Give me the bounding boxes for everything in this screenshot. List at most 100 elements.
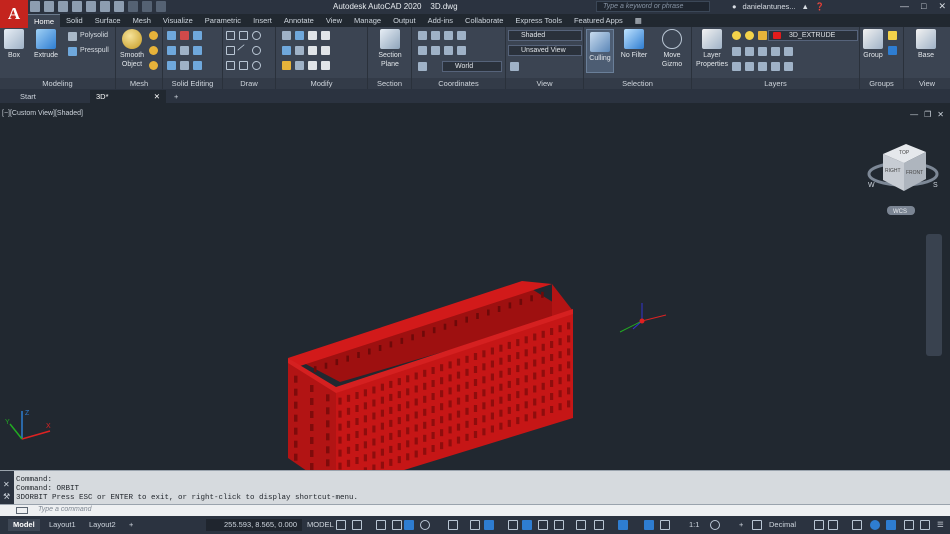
ucs-y-icon[interactable] [457, 31, 466, 40]
tab-start[interactable]: Start [14, 90, 86, 103]
mesh-crease-icon[interactable] [149, 61, 158, 70]
ribbon-toggle-icon[interactable]: ▦ [629, 14, 648, 27]
open-icon[interactable] [44, 1, 54, 12]
subtract-icon[interactable] [180, 31, 189, 40]
tab-output[interactable]: Output [387, 14, 422, 27]
tab-3d-drawing[interactable]: 3D* ✕ [90, 90, 166, 103]
no-filter-button[interactable]: No Filter [618, 29, 650, 60]
visual-style-dropdown[interactable]: Shaded [508, 30, 582, 41]
interfere-icon[interactable] [167, 46, 176, 55]
tab-visualize[interactable]: Visualize [157, 14, 199, 27]
panel-title-layers[interactable]: Layers [692, 78, 859, 89]
viewcube[interactable]: TOP RIGHT FRONT W S WCS [867, 144, 939, 215]
panel-title-view-base[interactable]: View [904, 78, 950, 89]
3d-mirror-icon[interactable] [282, 46, 291, 55]
command-input[interactable]: Type a command [0, 504, 950, 516]
dynamic-ucs-icon[interactable] [576, 520, 586, 530]
close-command-icon[interactable]: ✕ [3, 480, 10, 489]
close-icon[interactable]: ✕ [938, 1, 946, 12]
panel-title-solid-editing[interactable]: Solid Editing [163, 78, 222, 89]
layer-properties-button[interactable]: Layer Properties [696, 29, 728, 69]
tab-collaborate[interactable]: Collaborate [459, 14, 509, 27]
tab-mesh[interactable]: Mesh [127, 14, 157, 27]
lineweight-icon[interactable] [508, 520, 518, 530]
annotation-scale[interactable]: 1:1 [684, 519, 704, 531]
object-snap-tracking-icon[interactable] [470, 520, 480, 530]
quick-properties-icon[interactable] [814, 520, 824, 530]
stretch-icon[interactable] [321, 61, 330, 70]
ungroup-icon[interactable] [888, 31, 897, 40]
box-button[interactable]: Box [3, 29, 25, 60]
rotate-icon[interactable] [308, 46, 317, 55]
trim-icon[interactable] [321, 31, 330, 40]
graphics-performance-icon[interactable] [870, 520, 880, 530]
plot-icon[interactable] [114, 1, 124, 12]
customize-command-icon[interactable]: ⚒ [3, 492, 10, 501]
lock-ui-icon[interactable] [828, 520, 838, 530]
undo-icon[interactable] [128, 1, 138, 12]
layer-tool-6-icon[interactable] [732, 62, 741, 71]
layer-tool-1-icon[interactable] [732, 47, 741, 56]
copy-icon[interactable] [321, 46, 330, 55]
ucs-view-icon[interactable] [431, 31, 440, 40]
tab-featured-apps[interactable]: Featured Apps [568, 14, 629, 27]
infer-constraints-icon[interactable] [376, 520, 386, 530]
group-button[interactable]: Group [862, 29, 884, 60]
customization-icon[interactable]: ☰ [932, 519, 949, 531]
cart-icon[interactable]: ▲ [802, 2, 809, 11]
fullscreen-icon[interactable] [920, 520, 930, 530]
layer-unlock-icon[interactable] [758, 31, 767, 40]
panel-title-modify[interactable]: Modify [276, 78, 367, 89]
section-plane-button[interactable]: Section Plane [374, 29, 406, 69]
slice-icon[interactable] [193, 31, 202, 40]
tab-manage[interactable]: Manage [348, 14, 387, 27]
object-snap-icon[interactable] [484, 520, 494, 530]
application-menu-button[interactable]: A [0, 0, 28, 28]
tab-solid[interactable]: Solid [60, 14, 89, 27]
erase-icon[interactable] [295, 61, 304, 70]
tab-insert[interactable]: Insert [247, 14, 278, 27]
hardware-acceleration-icon[interactable] [904, 520, 914, 530]
tab-view[interactable]: View [320, 14, 348, 27]
tab-layout2[interactable]: Layout2 [84, 519, 121, 531]
mesh-refine-icon[interactable] [149, 46, 158, 55]
presspull-button[interactable]: Presspull [80, 47, 109, 54]
annotation-visibility-icon[interactable] [644, 520, 654, 530]
align-icon[interactable] [295, 46, 304, 55]
add-layout-icon[interactable]: + [124, 519, 138, 531]
model-space-toggle[interactable]: MODEL [302, 519, 339, 531]
panel-title-mesh[interactable]: Mesh [116, 78, 162, 89]
panel-title-section[interactable]: Section [368, 78, 411, 89]
move-gizmo-button[interactable]: Move Gizmo [656, 29, 688, 69]
ucs-origin-icon[interactable] [418, 46, 427, 55]
drawing-viewport[interactable]: [−][Custom View][Shaded] — ❐ ✕ X Y Z TOP… [0, 106, 950, 470]
user-name[interactable]: danielantunes... [743, 2, 796, 11]
tab-parametric[interactable]: Parametric [199, 14, 247, 27]
panel-title-modeling[interactable]: Modeling [0, 78, 115, 89]
tab-model[interactable]: Model [8, 519, 40, 531]
panel-title-selection[interactable]: Selection [584, 78, 691, 89]
coordinate-readout[interactable]: 255.593, 8.565, 0.000 [206, 519, 302, 531]
union-icon[interactable] [167, 31, 176, 40]
layer-tool-3-icon[interactable] [758, 47, 767, 56]
new-tab-button[interactable]: + [168, 90, 184, 103]
add-icon[interactable]: + [734, 519, 748, 531]
layer-thaw-icon[interactable] [745, 31, 754, 40]
panel-title-draw[interactable]: Draw [223, 78, 275, 89]
thicken-icon[interactable] [193, 46, 202, 55]
layer-on-icon[interactable] [732, 31, 741, 40]
selection-cycling-icon[interactable] [538, 520, 548, 530]
polygon-icon[interactable] [226, 61, 235, 70]
tab-annotate[interactable]: Annotate [278, 14, 320, 27]
line-icon[interactable] [237, 44, 250, 57]
layer-tool-5-icon[interactable] [784, 47, 793, 56]
imprint-icon[interactable] [180, 61, 189, 70]
new-icon[interactable] [30, 1, 40, 12]
clean-screen-icon[interactable] [886, 520, 896, 530]
minimize-icon[interactable]: — [900, 1, 909, 12]
open-web-icon[interactable] [86, 1, 96, 12]
navigation-bar[interactable] [926, 234, 942, 356]
culling-button[interactable]: Culling [586, 29, 614, 73]
ucs-world-icon[interactable] [457, 46, 466, 55]
layer-tool-7-icon[interactable] [745, 62, 754, 71]
